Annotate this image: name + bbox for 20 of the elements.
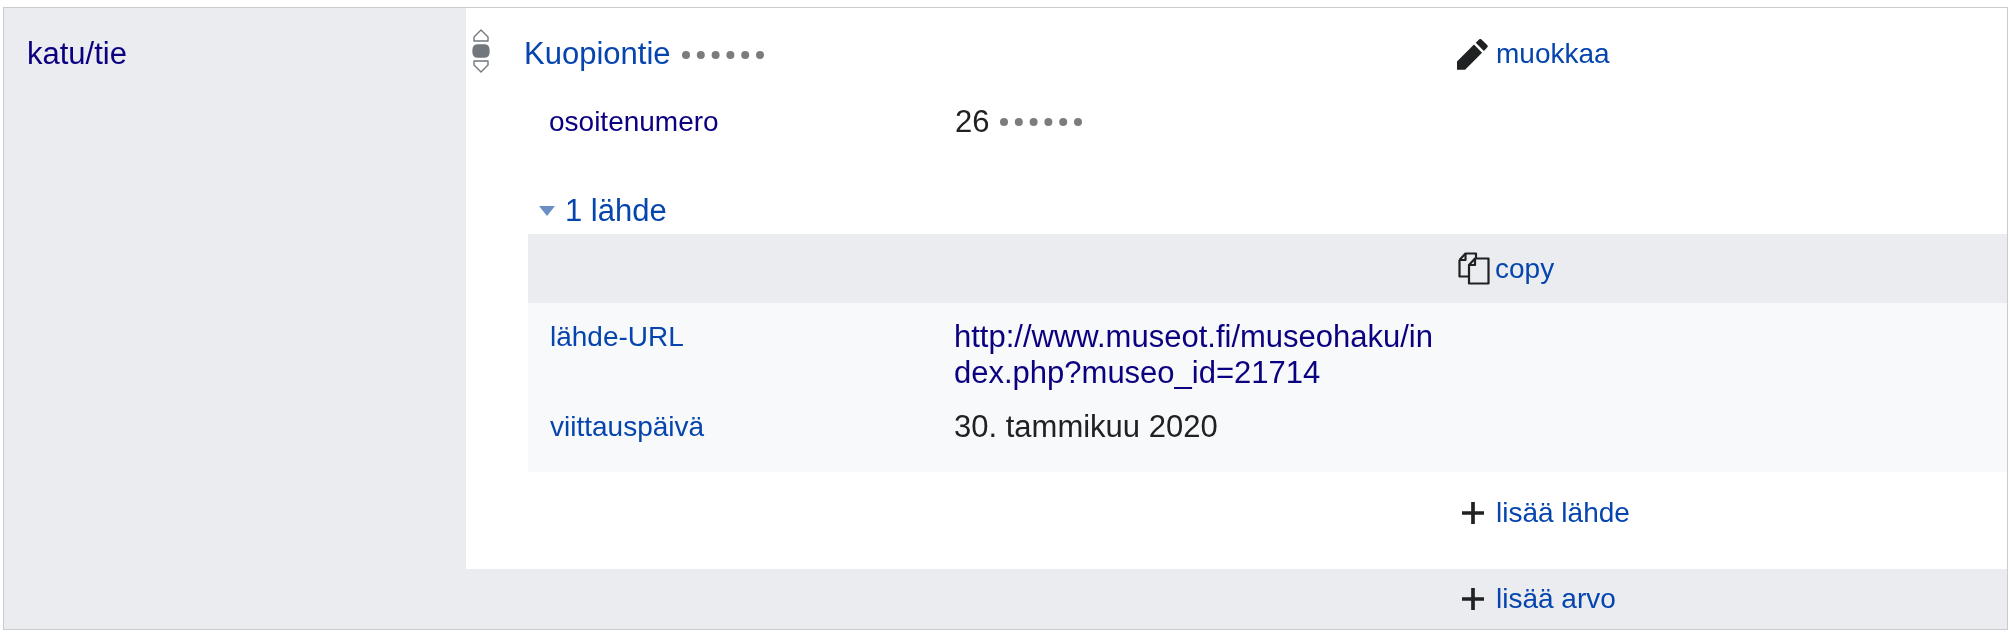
pencil-icon <box>1457 38 1488 70</box>
reference-property-link[interactable]: viittauspäivä <box>550 411 705 442</box>
date-value: 30. tammikuu 2020 <box>954 409 1219 445</box>
add-value-link[interactable]: lisää arvo <box>1462 581 1616 617</box>
reference-property-link[interactable]: lähde-URL <box>550 321 684 352</box>
dot-row-icon <box>681 51 764 59</box>
edit-link[interactable]: muokkaa <box>1457 36 1610 72</box>
qualifier-property-link[interactable]: osoitenumero <box>549 106 719 137</box>
property-link[interactable]: katu/tie <box>27 36 127 71</box>
url-link[interactable]: http://www.museot.fi/museohaku/index.php?museo_id=21714 <box>954 319 1450 391</box>
dot-row-icon <box>1000 118 1083 126</box>
copy-icon <box>1458 252 1490 285</box>
value-link[interactable]: Kuopiontie <box>524 36 671 72</box>
copy-link[interactable]: copy <box>1458 250 1555 287</box>
plus-icon <box>1462 588 1484 610</box>
caret-down-icon <box>539 206 555 216</box>
plus-icon <box>1462 502 1484 524</box>
add-reference-link[interactable]: lisää lähde <box>1462 495 1630 531</box>
references-toggle[interactable]: 1 lähde <box>539 193 667 229</box>
qualifier-value: 26 <box>955 104 990 140</box>
